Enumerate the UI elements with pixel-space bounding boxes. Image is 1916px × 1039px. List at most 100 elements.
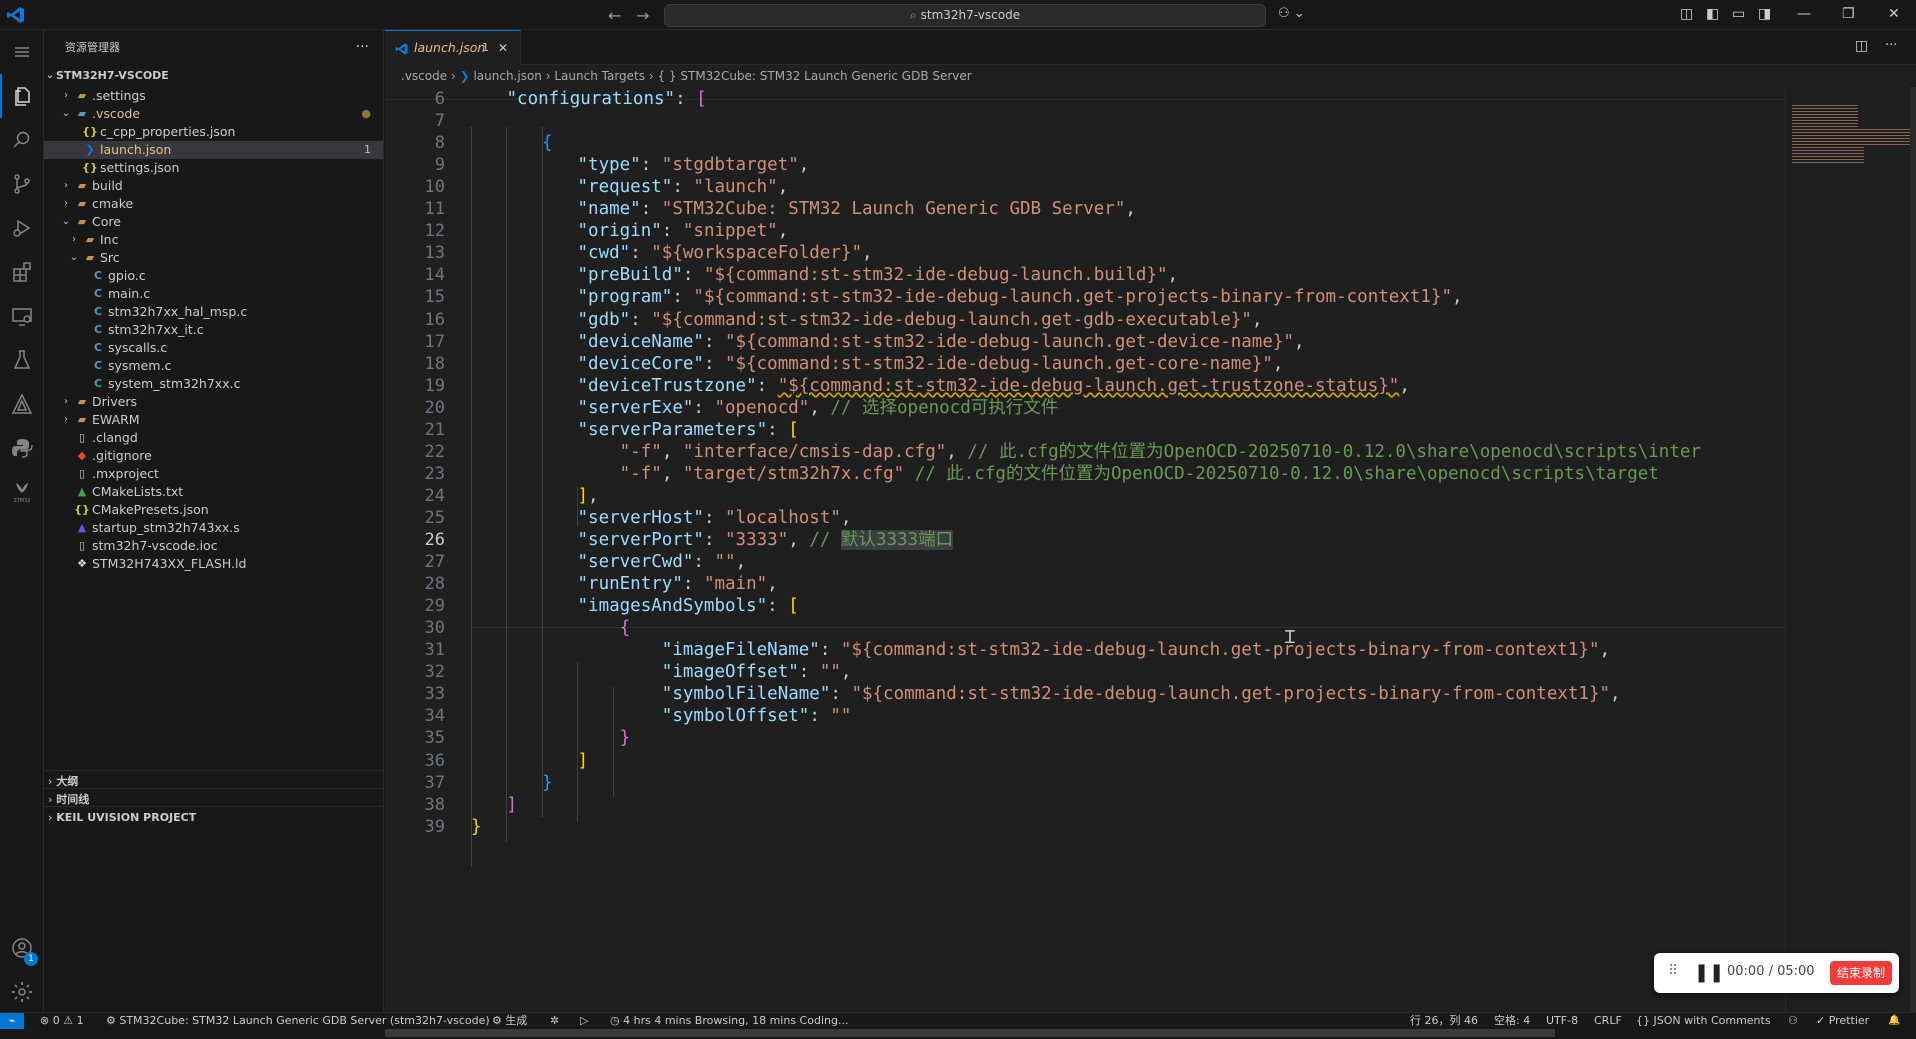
toggle-secondary-sidebar-icon[interactable]: ◨: [1758, 6, 1771, 22]
tree-item[interactable]: › ▰ .settings: [44, 87, 383, 105]
encoding[interactable]: UTF-8: [1546, 1013, 1578, 1028]
code-line: "configurations": [: [507, 87, 707, 113]
explorer-header: 资源管理器 ···: [44, 30, 383, 65]
code-editor[interactable]: 6 7 8 9 10 11 12 13 14 15 16 17 18 19 20 21 22 23 24 25 26 27…: [385, 87, 1785, 1027]
build-button[interactable]: ⚙ 生成: [492, 1013, 527, 1028]
tree-item[interactable]: ⌄ ▰ Src: [44, 249, 383, 267]
tree-item[interactable]: ❖ STM32H743XX_FLASH.ld: [44, 555, 383, 573]
minimize-button[interactable]: —: [1797, 6, 1811, 22]
remote-explorer-icon[interactable]: [0, 294, 44, 338]
settings-gear-icon[interactable]: [0, 970, 44, 1014]
tree-item-label: sysmem.c: [108, 358, 172, 373]
code-line: {: [542, 130, 553, 157]
tree-item[interactable]: ◆ .gitignore: [44, 447, 383, 465]
tree-item[interactable]: ▯ stm32h7-vscode.ioc: [44, 537, 383, 555]
stop-recording-button[interactable]: 结束录制: [1830, 961, 1892, 985]
python-icon[interactable]: [0, 426, 44, 470]
tree-item[interactable]: {} c_cpp_properties.json: [44, 123, 383, 141]
explorer-icon[interactable]: [0, 74, 44, 118]
toggle-panel-icon[interactable]: ▭: [1732, 6, 1745, 22]
tree-item[interactable]: › ▰ build: [44, 177, 383, 195]
tree-item[interactable]: Cstm32h7xx_it.c: [44, 321, 383, 339]
tree-item[interactable]: ⌄ ▰ Core: [44, 213, 383, 231]
run-debug-icon[interactable]: [0, 206, 44, 250]
tree-item[interactable]: ❯ launch.json 1: [44, 141, 383, 159]
forward-button[interactable]: →: [636, 6, 649, 25]
tree-item[interactable]: ▲ startup_stm32h743xx.s: [44, 519, 383, 537]
breadcrumb-configuration[interactable]: { } STM32Cube: STM32 Launch Generic GDB …: [657, 69, 971, 83]
tree-item[interactable]: {} CMakePresets.json: [44, 501, 383, 519]
code-token: "request": [577, 177, 673, 198]
tree-item[interactable]: Cgpio.c: [44, 267, 383, 285]
tree-item[interactable]: ▯ .clangd: [44, 429, 383, 447]
tab-launch-json[interactable]: launch.json 1 ✕: [385, 30, 521, 65]
tree-item[interactable]: Cmain.c: [44, 285, 383, 303]
close-icon[interactable]: ✕: [498, 31, 508, 65]
close-window-button[interactable]: ✕: [1888, 6, 1900, 22]
debug-bug-icon[interactable]: ✲: [550, 1013, 559, 1028]
source-control-icon[interactable]: [0, 162, 44, 206]
restore-button[interactable]: ❐: [1842, 6, 1855, 22]
editor-more-actions-icon[interactable]: ···: [1885, 38, 1897, 53]
tree-item[interactable]: › ▰ cmake: [44, 195, 383, 213]
wakatime-status[interactable]: ◷ 4 hrs 4 mins Browsing, 18 mins Coding.…: [610, 1013, 848, 1028]
drag-handle-icon[interactable]: ⠿: [1668, 963, 1678, 979]
stm32-icon[interactable]: STM32: [0, 470, 44, 514]
keil-project-panel-header[interactable]: › KEIL UVISION PROJECT: [44, 806, 383, 828]
testing-icon[interactable]: [0, 338, 44, 382]
vertical-scrollbar[interactable]: [1910, 87, 1916, 1027]
search-icon[interactable]: [0, 118, 44, 162]
workspace-root[interactable]: ⌄ STM32H7-VSCODE: [44, 65, 383, 87]
notifications-bell-icon[interactable]: 🔔: [1888, 1013, 1900, 1028]
copilot-status-icon[interactable]: ⚇: [1788, 1013, 1798, 1028]
remote-indicator-icon[interactable]: ⌁: [0, 1013, 24, 1029]
breadcrumb-vscode[interactable]: .vscode: [401, 69, 447, 83]
command-center-search[interactable]: ⌕ stm32h7-vscode: [664, 4, 1266, 27]
tree-item[interactable]: ⌄ ▰ .vscode ●: [44, 105, 383, 123]
extensions-icon[interactable]: [0, 250, 44, 294]
workspace-root-label: STM32H7-VSCODE: [56, 69, 169, 82]
indentation[interactable]: 空格: 4: [1494, 1013, 1530, 1028]
minimap[interactable]: [1785, 87, 1916, 1027]
tree-item[interactable]: Csyscalls.c: [44, 339, 383, 357]
split-editor-icon[interactable]: ◫: [1855, 38, 1868, 54]
prettier-status[interactable]: ✓ Prettier: [1816, 1013, 1869, 1028]
horizontal-scrollbar-track[interactable]: [385, 1027, 1785, 1039]
hamburger-menu-icon[interactable]: [0, 30, 44, 74]
code-token: }: [619, 728, 631, 749]
problem-count-badge: 1: [364, 143, 371, 156]
end-of-line[interactable]: CRLF: [1594, 1013, 1622, 1028]
language-mode[interactable]: {} JSON with Comments: [1636, 1013, 1771, 1028]
tree-item-label: .settings: [92, 88, 146, 103]
explorer-more-actions-icon[interactable]: ···: [356, 30, 369, 65]
back-button[interactable]: ←: [608, 6, 621, 25]
debug-target[interactable]: ⚙ STM32Cube: STM32 Launch Generic GDB Se…: [106, 1013, 490, 1028]
run-icon[interactable]: ▷: [580, 1013, 588, 1028]
cmake-icon[interactable]: [0, 382, 44, 426]
breadcrumb-launch-json[interactable]: ❯ launch.json: [460, 69, 542, 83]
tree-item[interactable]: ▲ CMakeLists.txt: [44, 483, 383, 501]
code-token: ,: [588, 485, 599, 506]
account-icon[interactable]: 1: [0, 926, 44, 970]
tree-item[interactable]: › ▰ Inc: [44, 231, 383, 249]
cursor-position[interactable]: 行 26，列 46: [1410, 1013, 1478, 1028]
chevron-down-icon: ⌄: [69, 252, 79, 263]
copilot-menu-icon[interactable]: ⚇ ⌄: [1278, 6, 1305, 21]
customize-layout-icon[interactable]: ◫: [1680, 6, 1693, 22]
tree-item[interactable]: › ▰ EWARM: [44, 411, 383, 429]
breadcrumb-launch-targets[interactable]: Launch Targets: [554, 69, 645, 83]
tree-item[interactable]: {} settings.json: [44, 159, 383, 177]
problems-indicator[interactable]: ⊗ 0 ⚠ 1: [40, 1013, 84, 1028]
tree-item[interactable]: Cstm32h7xx_hal_msp.c: [44, 303, 383, 321]
tree-item[interactable]: Csystem_stm32h7xx.c: [44, 375, 383, 393]
tree-item[interactable]: ▯ .mxproject: [44, 465, 383, 483]
toggle-primary-sidebar-icon[interactable]: ◧: [1706, 6, 1719, 22]
horizontal-scrollbar-thumb[interactable]: [385, 1029, 1555, 1037]
pause-recording-button[interactable]: ❚❚: [1694, 962, 1724, 983]
tree-item[interactable]: Csysmem.c: [44, 357, 383, 375]
indent-guide: [471, 127, 472, 867]
tree-item-label: CMakeLists.txt: [92, 484, 184, 499]
tree-item[interactable]: › ▰ Drivers: [44, 393, 383, 411]
chevron-right-icon: ›: [64, 180, 68, 191]
